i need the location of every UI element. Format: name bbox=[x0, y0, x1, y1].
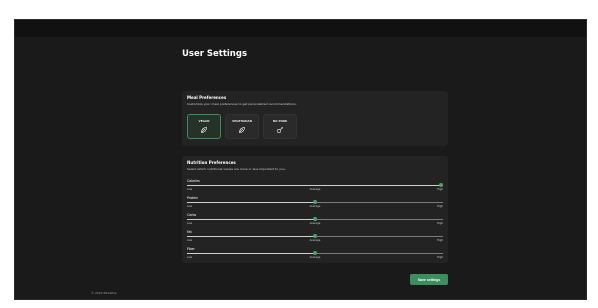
leaf-icon bbox=[239, 127, 245, 133]
nutrition-preferences-title: Nutrition Preferences bbox=[187, 160, 236, 165]
top-navigation-bar bbox=[15, 20, 586, 37]
slider-fill bbox=[187, 185, 441, 186]
slider-thumb[interactable] bbox=[313, 251, 317, 255]
slider-fill bbox=[187, 236, 315, 237]
scale-low-label: Low bbox=[187, 188, 193, 191]
nutrient-fat: Fat Low Average High bbox=[187, 230, 443, 242]
slider-scale: Low Average High bbox=[187, 222, 443, 225]
meal-options: VEGAN VEGETARIAN NO PORK bbox=[187, 114, 297, 139]
nutrient-protein: Protein Low Average High bbox=[187, 196, 443, 208]
meal-preferences-subtitle: Customize your meal preferences to get p… bbox=[187, 102, 297, 106]
slider-thumb[interactable] bbox=[313, 200, 317, 204]
footer-copyright: © 2025 BiteWise bbox=[91, 291, 117, 295]
meal-option-no-pork[interactable]: NO PORK bbox=[263, 114, 297, 139]
meal-option-label: NO PORK bbox=[272, 119, 288, 123]
slider-fill bbox=[187, 219, 315, 220]
scale-high-label: High bbox=[437, 239, 443, 242]
scale-average-label: Average bbox=[309, 188, 321, 191]
scale-high-label: High bbox=[437, 188, 443, 191]
meal-option-vegetarian[interactable]: VEGETARIAN bbox=[225, 114, 259, 139]
app-window: User Settings Meal Preferences Customize… bbox=[14, 19, 587, 300]
leaf-icon bbox=[201, 127, 207, 133]
nutrient-carbs: Carbs Low Average High bbox=[187, 213, 443, 225]
nutrition-preferences-subtitle: Select which nutritional values are more… bbox=[187, 167, 286, 171]
save-settings-button[interactable]: Save settings bbox=[410, 274, 448, 285]
scale-high-label: High bbox=[437, 205, 443, 208]
scale-high-label: High bbox=[437, 256, 443, 259]
slider-thumb[interactable] bbox=[313, 217, 317, 221]
no-pork-icon bbox=[276, 127, 283, 134]
scale-low-label: Low bbox=[187, 239, 193, 242]
nutrient-calories: Calories Low Average High bbox=[187, 179, 443, 191]
slider-scale: Low Average High bbox=[187, 188, 443, 191]
nutrient-fiber: Fiber Low Average High bbox=[187, 247, 443, 259]
slider-thumb[interactable] bbox=[439, 183, 443, 187]
slider-scale: Low Average High bbox=[187, 205, 443, 208]
slider-fill bbox=[187, 202, 315, 203]
slider-scale: Low Average High bbox=[187, 239, 443, 242]
slider-fill bbox=[187, 253, 315, 254]
scale-average-label: Average bbox=[309, 256, 321, 259]
meal-preferences-title: Meal Preferences bbox=[187, 95, 227, 100]
meal-option-label: VEGETARIAN bbox=[232, 119, 252, 123]
scale-low-label: Low bbox=[187, 222, 193, 225]
slider-thumb[interactable] bbox=[313, 234, 317, 238]
scale-average-label: Average bbox=[309, 239, 321, 242]
settings-content: User Settings Meal Preferences Customize… bbox=[182, 49, 448, 285]
slider-scale: Low Average High bbox=[187, 256, 443, 259]
scale-high-label: High bbox=[437, 222, 443, 225]
scale-average-label: Average bbox=[309, 205, 321, 208]
meal-option-vegan[interactable]: VEGAN bbox=[187, 114, 221, 139]
page-title: User Settings bbox=[182, 49, 247, 59]
nutrition-preferences-card: Nutrition Preferences Select which nutri… bbox=[182, 156, 448, 263]
nutrient-label: Calories bbox=[187, 179, 200, 183]
meal-preferences-card: Meal Preferences Customize your meal pre… bbox=[182, 91, 448, 146]
scale-low-label: Low bbox=[187, 256, 193, 259]
meal-option-label: VEGAN bbox=[198, 119, 210, 123]
scale-average-label: Average bbox=[309, 222, 321, 225]
scale-low-label: Low bbox=[187, 205, 193, 208]
